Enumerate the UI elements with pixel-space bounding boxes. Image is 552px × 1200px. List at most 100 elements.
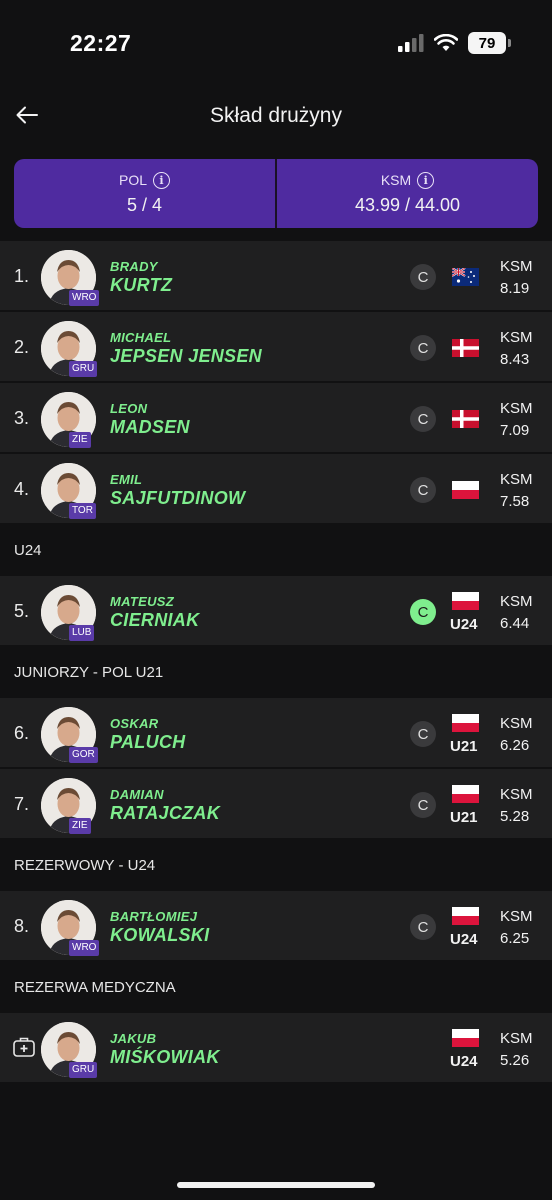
age-category-tag: U24 xyxy=(450,1053,478,1070)
ksm-value: 6.26 xyxy=(500,737,530,754)
team-badge: WRO xyxy=(69,940,100,956)
poland-flag-icon xyxy=(452,1029,479,1047)
summary-ksm: KSM i 43.99 / 44.00 xyxy=(277,159,538,228)
player-first-name: LEON xyxy=(110,401,148,416)
captain-button[interactable]: C xyxy=(410,792,436,818)
player-last-name: JEPSEN JENSEN xyxy=(110,346,262,366)
cellular-signal-icon xyxy=(398,34,424,52)
summary-pol: POL i 5 / 4 xyxy=(14,159,275,228)
ksm-label: KSM xyxy=(500,715,533,732)
section-header: U24 xyxy=(0,525,552,576)
roster-list: 1. WRO BRADY KURTZ C KSM 8.19 2. GRU MICHAEL JEPSE… xyxy=(0,241,552,1084)
wifi-icon xyxy=(434,34,458,51)
team-badge: GOR xyxy=(69,747,98,763)
summary-pol-value: 5 / 4 xyxy=(126,194,163,215)
player-last-name: CIERNIAK xyxy=(110,610,200,630)
player-last-name: PALUCH xyxy=(110,732,186,752)
player-rank: 6. xyxy=(14,723,30,743)
summary-ksm-value: 43.99 / 44.00 xyxy=(354,194,461,215)
australia-flag-icon xyxy=(452,268,479,286)
player-first-name: BARTŁOMIEJ xyxy=(110,909,198,924)
info-icon[interactable]: i xyxy=(417,171,435,189)
team-badge: WRO xyxy=(69,290,100,306)
player-first-name: DAMIAN xyxy=(110,787,164,802)
poland-flag-icon xyxy=(452,907,479,925)
player-last-name: SAJFUTDINOW xyxy=(110,488,246,508)
player-first-name: EMIL xyxy=(110,472,143,487)
ksm-value: 6.44 xyxy=(500,615,530,632)
player-row[interactable]: 1. WRO BRADY KURTZ C KSM 8.19 xyxy=(0,241,552,312)
captain-button[interactable]: C xyxy=(410,721,436,747)
player-first-name: MICHAEL xyxy=(110,330,172,345)
team-badge: TOR xyxy=(69,503,96,519)
denmark-flag-icon xyxy=(452,339,479,357)
player-rank: 1. xyxy=(14,266,30,286)
player-last-name: MIŚKOWIAK xyxy=(110,1047,220,1067)
summary-ksm-label: KSM xyxy=(380,172,412,188)
captain-button[interactable]: C xyxy=(410,599,436,625)
poland-flag-icon xyxy=(452,592,479,610)
team-badge: GRU xyxy=(69,1062,98,1078)
player-row[interactable]: GRU JAKUB MIŚKOWIAK U24 KSM 5.26 xyxy=(0,1013,552,1084)
player-rank: 3. xyxy=(14,408,30,428)
ksm-label: KSM xyxy=(500,1030,533,1047)
age-category-tag: U21 xyxy=(450,738,478,755)
player-row[interactable]: 7. ZIE DAMIAN RATAJCZAK C U21 KSM 5.28 xyxy=(0,769,552,840)
player-last-name: RATAJCZAK xyxy=(110,803,221,823)
player-row[interactable]: 6. GOR OSKAR PALUCH C U21 KSM 6.26 xyxy=(0,698,552,769)
ksm-label: KSM xyxy=(500,786,533,803)
player-first-name: BRADY xyxy=(110,259,158,274)
player-rank: 8. xyxy=(14,916,30,936)
home-indicator xyxy=(177,1182,375,1188)
page-title: Skład drużyny xyxy=(210,104,342,127)
poland-flag-icon xyxy=(452,785,479,803)
captain-button[interactable]: C xyxy=(410,335,436,361)
player-row[interactable]: 8. WRO BARTŁOMIEJ KOWALSKI C U24 KSM 6.25 xyxy=(0,891,552,962)
player-first-name: MATEUSZ xyxy=(110,594,174,609)
captain-button[interactable]: C xyxy=(410,406,436,432)
section-header: REZERWOWY - U24 xyxy=(0,840,552,891)
player-row[interactable]: 4. TOR EMIL SAJFUTDINOW C KSM 7.58 xyxy=(0,454,552,525)
player-rank: 2. xyxy=(14,337,30,357)
ksm-value: 7.09 xyxy=(500,422,530,439)
player-last-name: KOWALSKI xyxy=(110,925,210,945)
ksm-value: 6.25 xyxy=(500,930,530,947)
ksm-value: 5.26 xyxy=(500,1052,530,1069)
player-last-name: KURTZ xyxy=(110,275,173,295)
poland-flag-icon xyxy=(452,481,479,499)
player-rank: 7. xyxy=(14,794,30,814)
status-bar: 22:27 79 xyxy=(0,0,552,90)
captain-button[interactable]: C xyxy=(410,264,436,290)
ksm-label: KSM xyxy=(500,471,533,488)
team-badge: ZIE xyxy=(69,432,91,448)
section-header: REZERWA MEDYCZNA xyxy=(0,962,552,1013)
poland-flag-icon xyxy=(452,714,479,732)
player-row[interactable]: 3. ZIE LEON MADSEN C KSM 7.09 xyxy=(0,383,552,454)
player-first-name: OSKAR xyxy=(110,716,159,731)
ksm-value: 8.43 xyxy=(500,351,530,368)
ksm-label: KSM xyxy=(500,908,533,925)
denmark-flag-icon xyxy=(452,410,479,428)
ksm-value: 7.58 xyxy=(500,493,530,510)
captain-button[interactable]: C xyxy=(410,914,436,940)
ksm-value: 8.19 xyxy=(500,280,530,297)
player-row[interactable]: 2. GRU MICHAEL JEPSEN JENSEN C KSM 8.43 xyxy=(0,312,552,383)
captain-button[interactable]: C xyxy=(410,477,436,503)
medical-kit-icon xyxy=(13,1037,35,1062)
age-category-tag: U21 xyxy=(450,809,478,826)
team-badge: GRU xyxy=(69,361,98,377)
battery-level: 79 xyxy=(478,34,496,52)
summary-card: POL i 5 / 4 KSM i 43.99 / 44.00 xyxy=(14,159,538,228)
info-icon[interactable]: i xyxy=(153,171,170,189)
status-time: 22:27 xyxy=(70,30,132,56)
player-row[interactable]: 5. LUB MATEUSZ CIERNIAK C U24 KSM 6.44 xyxy=(0,576,552,647)
header: Skład drużyny xyxy=(0,90,552,146)
player-last-name: MADSEN xyxy=(110,417,190,437)
player-first-name: JAKUB xyxy=(110,1031,157,1046)
player-rank: 4. xyxy=(14,479,30,499)
ksm-label: KSM xyxy=(500,593,533,610)
age-category-tag: U24 xyxy=(450,931,478,948)
battery-indicator: 79 xyxy=(468,32,511,54)
player-rank: 5. xyxy=(14,601,30,621)
age-category-tag: U24 xyxy=(450,616,478,633)
